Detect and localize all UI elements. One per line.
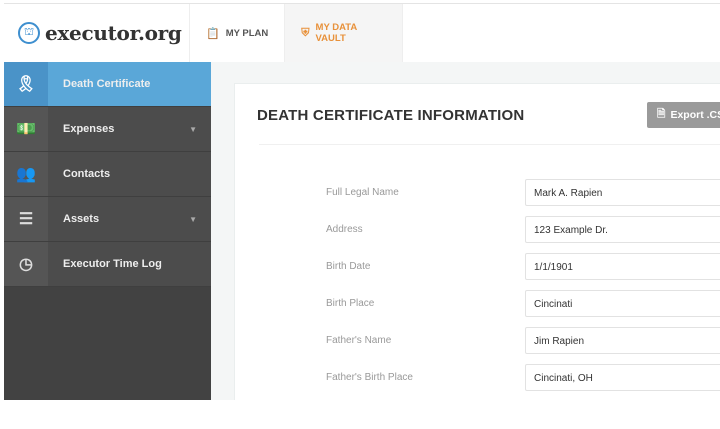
sidebar-item-label: Executor Time Log [63,258,162,270]
field-row: Birth Date 1/1/1901 [235,253,720,281]
sidebar-item-label: Expenses [63,123,115,135]
tab-label: MY PLAN [225,27,269,39]
sidebar: 🎗 Death Certificate 💵 Expenses ▼ 👥 Conta… [4,62,211,400]
history-clock-icon: ◷ [4,242,48,286]
sidebar-item-death-certificate[interactable]: 🎗 Death Certificate [4,62,211,107]
field-label: Address [326,224,363,235]
award-ribbon-icon: 🎗 [4,62,48,106]
app: ⛫ executor.org 📋 MY PLAN ⛨ MY DATA VAULT… [4,3,720,400]
field-label: Father's Name [326,335,392,346]
field-row: Full Legal Name Mark A. Rapien [235,179,720,207]
export-label: Export .CSV [670,109,720,121]
logo-text: executor.org [45,21,182,45]
stack-icon: ☰ [4,197,48,241]
money-icon: 💵 [4,107,48,151]
field-row: Father's Name Jim Rapien [235,327,720,355]
field-label: Birth Place [326,298,375,309]
sidebar-item-assets[interactable]: ☰ Assets ▼ [4,197,211,242]
export-csv-button[interactable]: 🗎 Export .CSV [647,102,720,128]
field-row: Address 123 Example Dr. [235,216,720,244]
logo[interactable]: ⛫ executor.org [4,4,190,62]
field-row: Father's Birth Place Cincinati, OH [235,364,720,392]
sidebar-item-executor-time-log[interactable]: ◷ Executor Time Log [4,242,211,287]
people-icon: 👥 [4,152,48,196]
tab-my-plan[interactable]: 📋 MY PLAN [190,4,286,62]
sidebar-item-expenses[interactable]: 💵 Expenses ▼ [4,107,211,152]
field-label: Birth Date [326,261,371,272]
death-certificate-card: DEATH CERTIFICATE INFORMATION 🗎 Export .C… [234,83,720,400]
fathers-birth-place-input[interactable]: Cincinati, OH [525,364,720,391]
fathers-name-input[interactable]: Jim Rapien [525,327,720,354]
sidebar-item-label: Death Certificate [63,78,151,90]
clipboard-icon: 📋 [206,27,220,40]
field-label: Full Legal Name [326,187,399,198]
top-header: ⛫ executor.org 📋 MY PLAN ⛨ MY DATA VAULT [4,4,720,62]
sidebar-item-contacts[interactable]: 👥 Contacts [4,152,211,197]
bank-icon: ⛫ [18,22,40,44]
full-legal-name-input[interactable]: Mark A. Rapien [525,179,720,206]
sidebar-item-label: Assets [63,213,100,225]
chevron-down-icon: ▼ [189,124,197,134]
field-row: Birth Place Cincinati [235,290,720,318]
shield-icon: ⛨ [301,26,310,39]
divider [259,144,720,145]
address-input[interactable]: 123 Example Dr. [525,216,720,243]
page-title: DEATH CERTIFICATE INFORMATION [257,107,525,124]
tab-label: MY DATA VAULT [315,22,357,44]
file-icon: 🗎 [657,108,666,120]
birth-date-input[interactable]: 1/1/1901 [525,253,720,280]
chevron-down-icon: ▼ [189,214,197,224]
birth-place-input[interactable]: Cincinati [525,290,720,317]
field-label: Father's Birth Place [326,372,413,383]
tab-my-data-vault[interactable]: ⛨ MY DATA VAULT [285,4,404,62]
sidebar-item-label: Contacts [63,168,111,180]
